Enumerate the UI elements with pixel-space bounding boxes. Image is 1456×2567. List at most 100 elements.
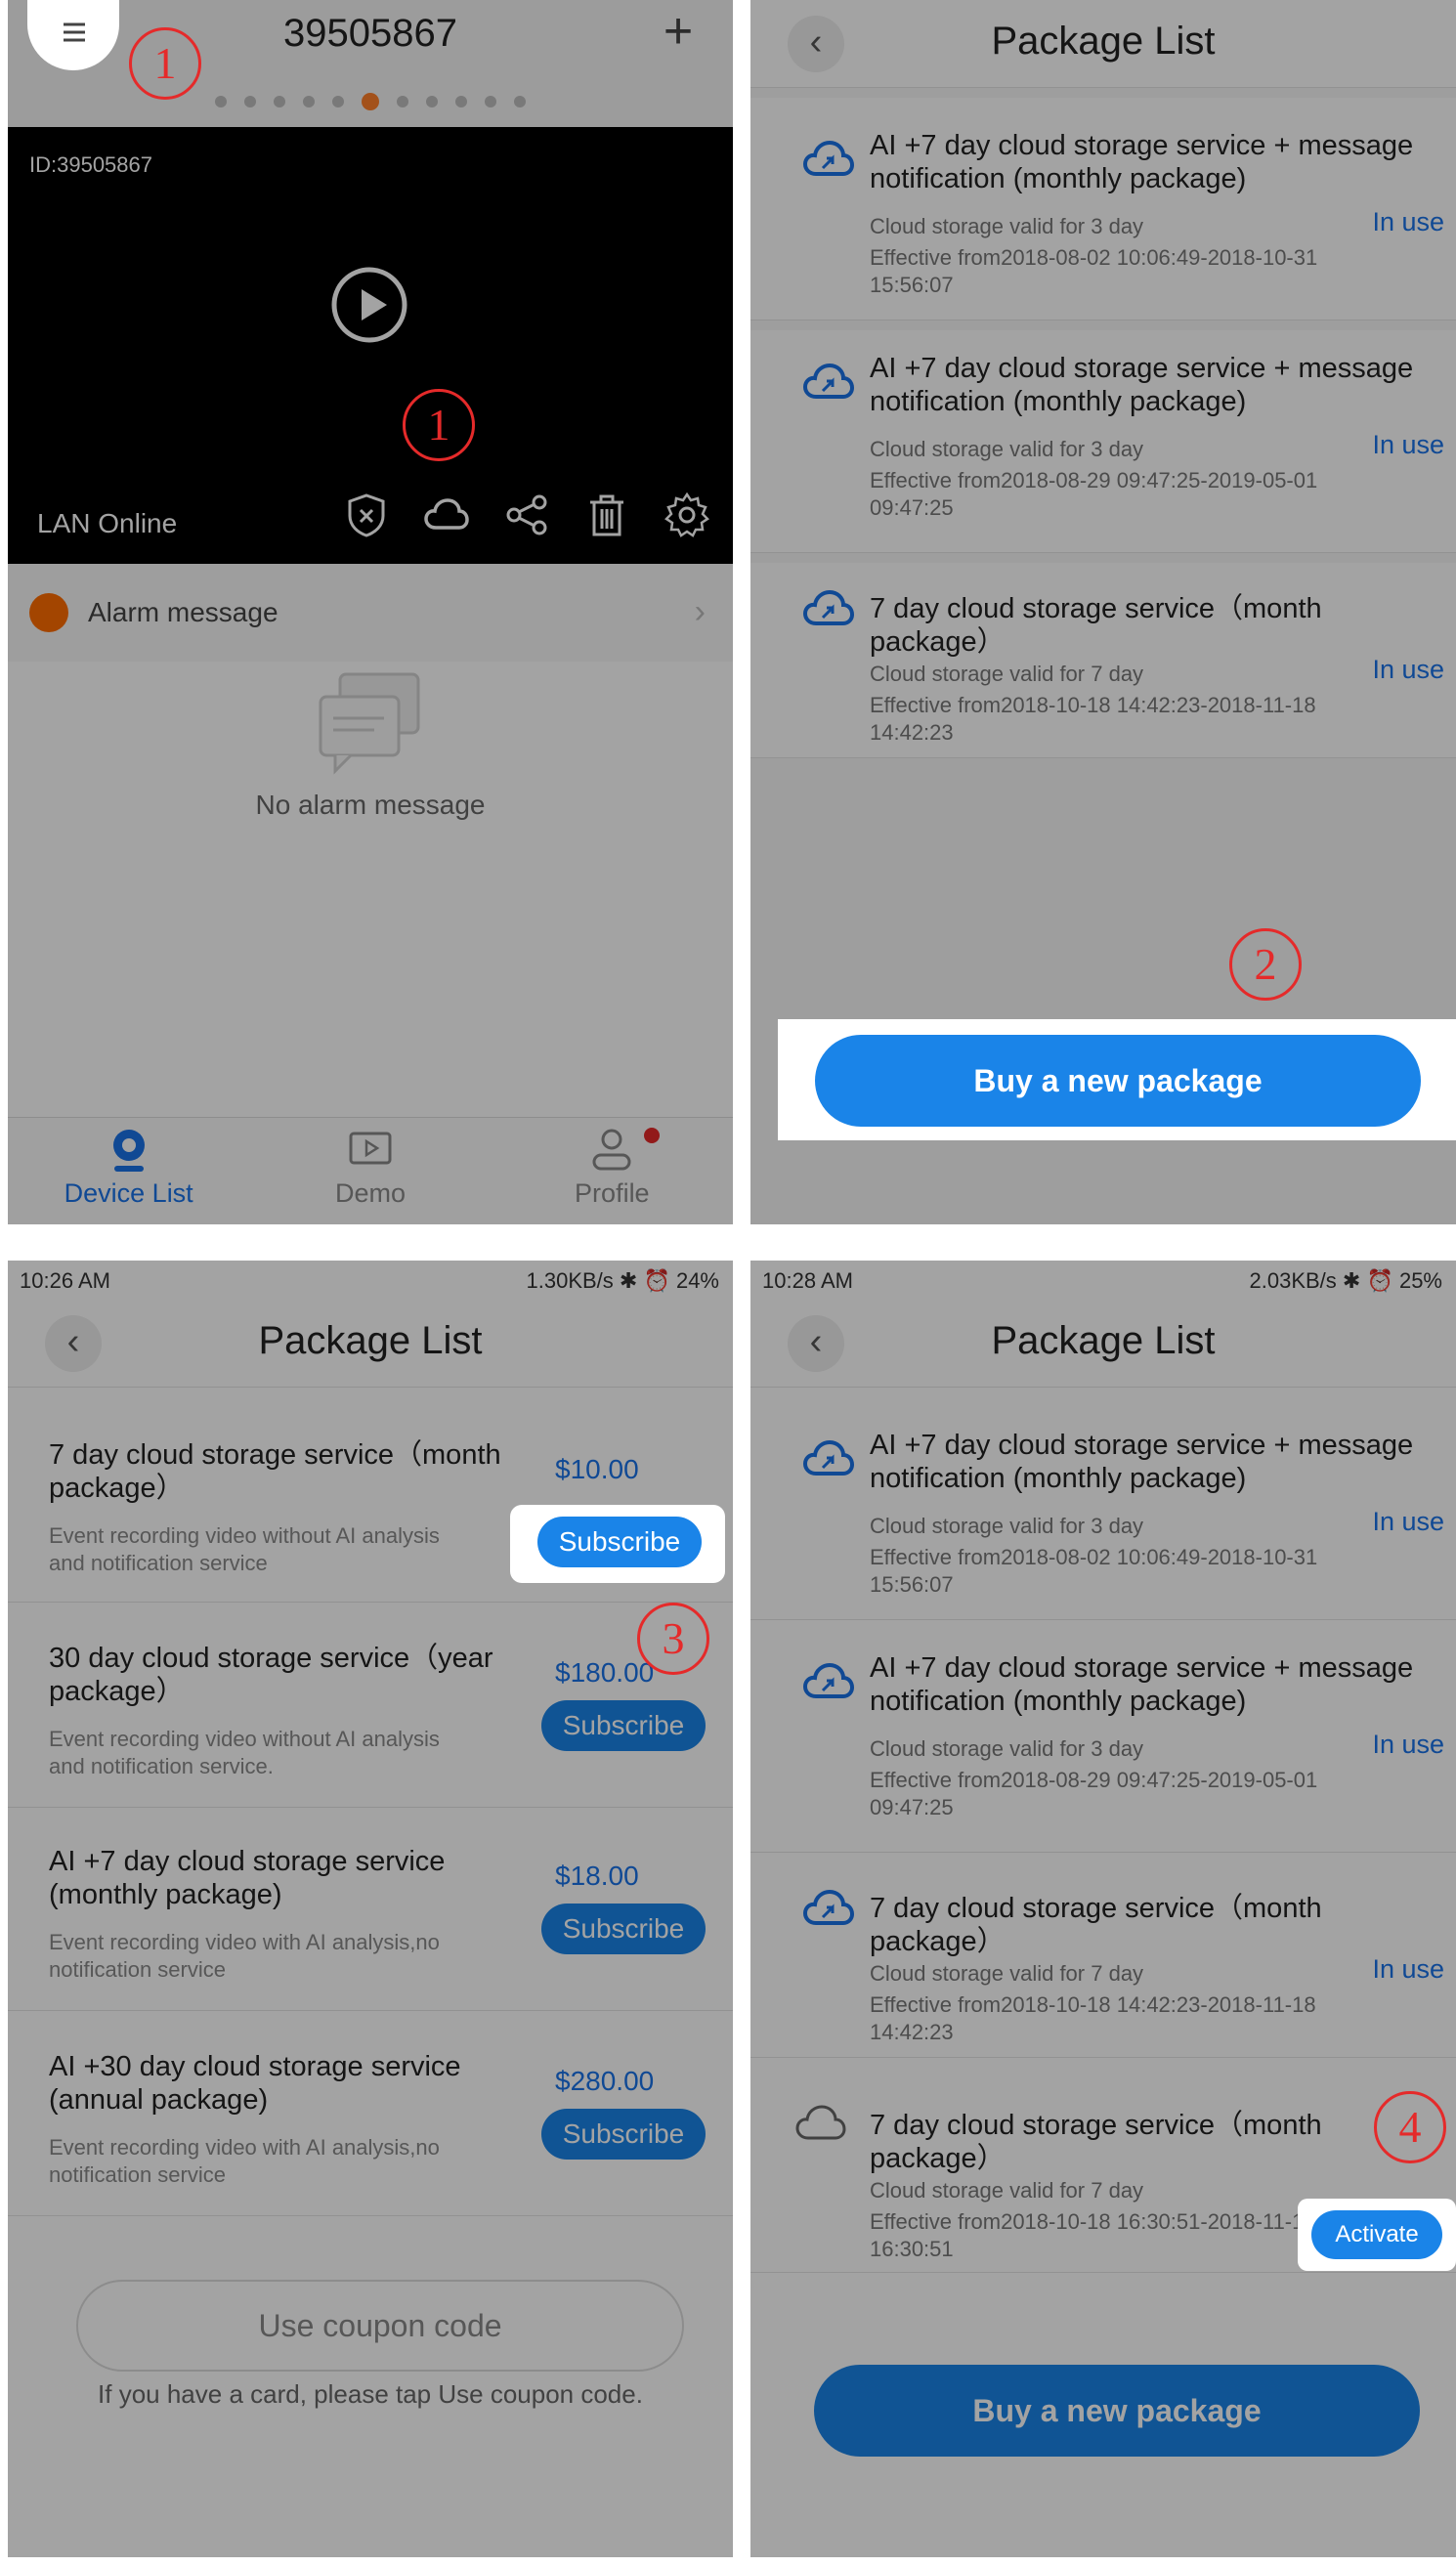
plan-description: Event recording video with AI analysis,n…	[49, 2135, 440, 2187]
package-validity: Cloud storage valid for 7 day	[870, 1961, 1144, 1986]
package-name: AI +7 day cloud storage service + messag…	[870, 1430, 1414, 1494]
package-row[interactable]: AI +7 day cloud storage service + messag…	[750, 98, 1456, 321]
subscribe-button[interactable]: Subscribe	[541, 1700, 706, 1751]
package-status: In use	[1372, 1954, 1444, 1984]
package-validity: Cloud storage valid for 3 day	[870, 1736, 1144, 1761]
package-status: In use	[1372, 1730, 1444, 1759]
package-effective-dates: Effective from2018-08-29 09:47:25-2019-0…	[870, 468, 1318, 520]
profile-icon	[592, 1129, 631, 1171]
package-status: In use	[1372, 207, 1444, 236]
package-name: AI +7 day cloud storage service + messag…	[870, 130, 1414, 194]
buy-package-button[interactable]: Buy a new package	[814, 2365, 1420, 2457]
plan-description: Event recording video without AI analysi…	[49, 1727, 440, 1778]
gear-icon[interactable]	[663, 491, 711, 539]
demo-icon	[349, 1132, 392, 1165]
cloud-icon	[802, 363, 855, 399]
subscribe-button[interactable]: Subscribe	[541, 1904, 706, 1954]
package-name: AI +7 day cloud storage service + messag…	[870, 353, 1414, 417]
menu-icon	[64, 22, 85, 42]
nav-bar: ‹ Package List	[750, 1300, 1456, 1388]
page-dot[interactable]	[397, 96, 408, 107]
device-page-dots	[8, 93, 733, 110]
cloud-icon[interactable]	[422, 491, 471, 539]
tab-profile[interactable]: Profile	[492, 1118, 733, 1224]
panel-package-list: ‹ Package List AI +7 day cloud storage s…	[750, 0, 1456, 1224]
tab-label: Profile	[575, 1178, 650, 1208]
share-icon[interactable]	[502, 491, 551, 539]
package-effective-dates: Effective from2018-08-02 10:06:49-2018-1…	[870, 245, 1318, 297]
empty-messages-icon	[319, 672, 420, 775]
package-effective-dates: Effective from2018-10-18 14:42:23-2018-1…	[870, 693, 1316, 745]
cloud-icon	[802, 140, 855, 176]
no-alarm-text: No alarm message	[255, 790, 486, 820]
cloud-outline-icon	[795, 2105, 846, 2140]
cloud-icon	[802, 589, 855, 625]
plan-price: $280.00	[555, 2066, 655, 2096]
trash-icon[interactable]	[582, 491, 631, 539]
tab-device-list[interactable]: Device List	[8, 1118, 249, 1224]
alarm-message-row[interactable]: Alarm message ›	[8, 564, 733, 662]
step-marker: 1	[403, 389, 475, 461]
page-dot[interactable]	[332, 96, 344, 107]
panel-subscribe-list: 10:26 AM 1.30KB/s ✱ ⏰ 24% ‹ Package List…	[8, 1261, 733, 2557]
page-dot[interactable]	[514, 96, 526, 107]
activate-button[interactable]: Activate	[1311, 2210, 1442, 2259]
page-dot[interactable]	[215, 96, 227, 107]
page-title: Package List	[991, 1319, 1216, 1362]
bottom-tab-bar: Device List Demo Profile	[8, 1117, 733, 1224]
package-name: 7 day cloud storage service（month packag…	[870, 1893, 1322, 1957]
package-row[interactable]: AI +7 day cloud storage service + messag…	[750, 1397, 1456, 1620]
tab-demo[interactable]: Demo	[249, 1118, 491, 1224]
connection-status: LAN Online	[37, 508, 178, 538]
play-icon[interactable]	[330, 266, 408, 344]
package-row[interactable]: AI +7 day cloud storage service + messag…	[750, 1630, 1456, 1853]
page-title: Package List	[258, 1319, 483, 1362]
add-device-button[interactable]: +	[653, 6, 704, 59]
plan-price: $18.00	[555, 1861, 639, 1891]
page-dot[interactable]	[274, 96, 285, 107]
status-time: 10:26 AM	[20, 1268, 110, 1293]
page-dot-active[interactable]	[362, 93, 379, 110]
cloud-icon	[802, 1439, 855, 1476]
buy-highlight: Buy a new package	[778, 1019, 1456, 1140]
package-status: In use	[1372, 655, 1444, 684]
page-dot[interactable]	[426, 96, 438, 107]
video-id-label: ID:39505867	[29, 152, 152, 177]
page-dot[interactable]	[455, 96, 467, 107]
shield-icon[interactable]	[342, 491, 391, 539]
plan-description: Event recording video without AI analysi…	[49, 1523, 440, 1575]
subscription-row: 30 day cloud storage service（year packag…	[8, 1612, 733, 1808]
package-row[interactable]: AI +7 day cloud storage service + messag…	[750, 330, 1456, 553]
plan-name: 7 day cloud storage service（month packag…	[49, 1439, 501, 1504]
plan-name: AI +7 day cloud storage service (monthly…	[49, 1846, 446, 1910]
page-dot[interactable]	[244, 96, 256, 107]
tab-label: Demo	[334, 1178, 406, 1208]
subscribe-highlight: Subscribe	[510, 1505, 725, 1583]
chevron-right-icon: ›	[694, 593, 706, 630]
subscription-row: AI +30 day cloud storage service (annual…	[8, 2021, 733, 2216]
video-toolbar	[342, 491, 711, 539]
package-row[interactable]: 7 day cloud storage service（month packag…	[750, 1862, 1456, 2058]
status-time: 10:28 AM	[762, 1268, 853, 1293]
status-icons: 2.03KB/s ✱ ⏰ 25%	[1249, 1268, 1442, 1293]
package-effective-dates: Effective from2018-10-18 16:30:51-2018-1…	[870, 2209, 1316, 2261]
notification-dot	[643, 1128, 660, 1143]
subscribe-button[interactable]: Subscribe	[541, 2109, 706, 2160]
camera-icon	[112, 1130, 145, 1172]
video-preview[interactable]: ID:39505867 LAN Online	[8, 127, 733, 564]
page-dot[interactable]	[303, 96, 315, 107]
package-effective-dates: Effective from2018-10-18 14:42:23-2018-1…	[870, 1992, 1316, 2044]
package-row[interactable]: 7 day cloud storage service（month packag…	[750, 563, 1456, 758]
panel-package-activate: 10:28 AM 2.03KB/s ✱ ⏰ 25% ‹ Package List…	[750, 1261, 1456, 2557]
package-validity: Cloud storage valid for 3 day	[870, 1514, 1144, 1538]
coupon-code-button[interactable]: Use coupon code	[76, 2280, 684, 2372]
subscribe-button[interactable]: Subscribe	[537, 1517, 702, 1567]
step-marker: 2	[1229, 928, 1302, 1001]
package-validity: Cloud storage valid for 3 day	[870, 437, 1144, 461]
step-marker: 3	[637, 1603, 709, 1675]
plan-price: $180.00	[555, 1657, 655, 1688]
page-dot[interactable]	[485, 96, 496, 107]
package-validity: Cloud storage valid for 7 day	[870, 2178, 1144, 2203]
plan-name: 30 day cloud storage service（year packag…	[49, 1643, 493, 1707]
buy-package-button[interactable]: Buy a new package	[815, 1035, 1421, 1127]
